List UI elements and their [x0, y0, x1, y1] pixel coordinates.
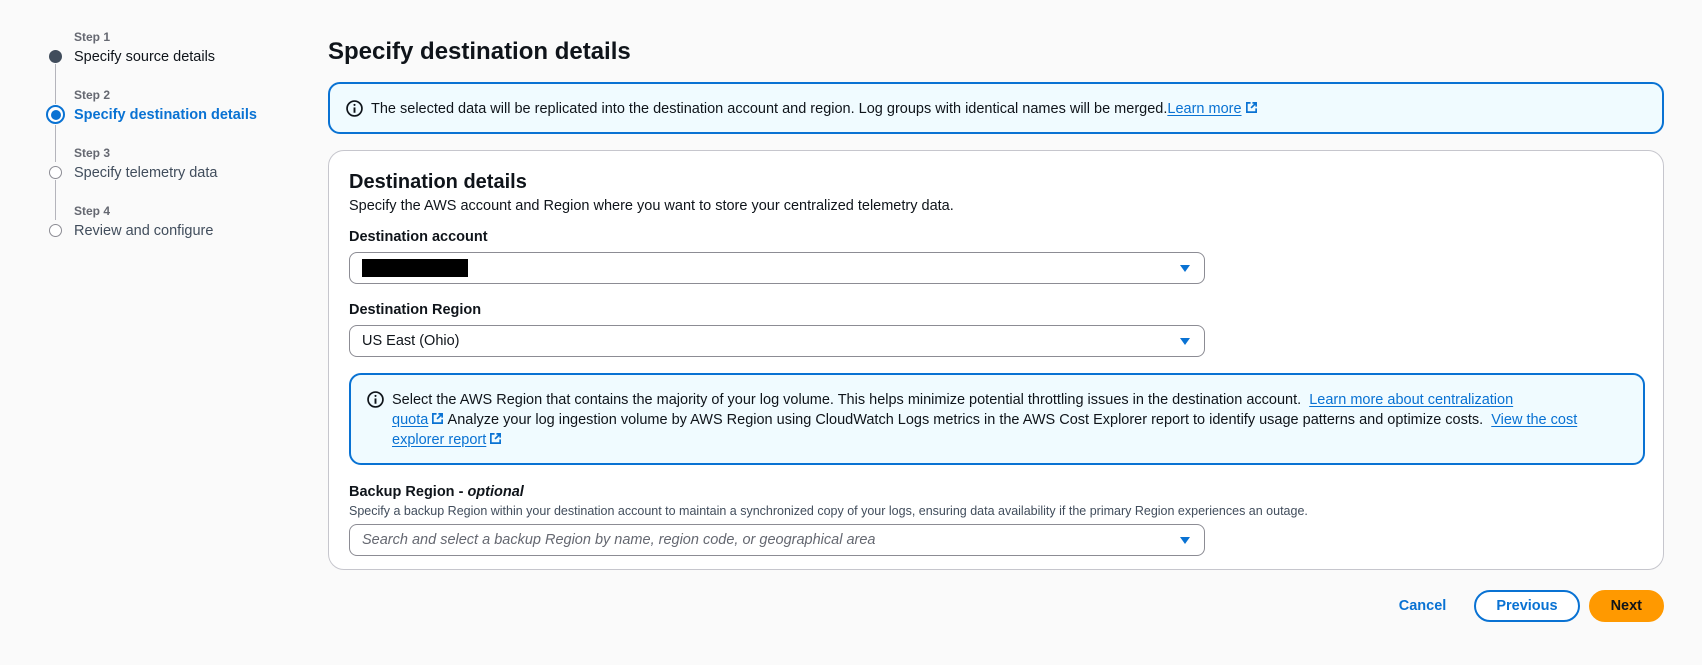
wizard-stepper: Step 1 Specify source details Step 2 Spe… — [44, 28, 304, 260]
step-current-dot-icon — [46, 105, 65, 124]
destination-region-select[interactable]: US East (Ohio) — [349, 325, 1205, 357]
backup-region-field: Backup Region - optional Specify a backu… — [349, 482, 1643, 556]
section-title: Destination details — [349, 171, 527, 193]
step-number: Step 2 — [74, 88, 111, 102]
step-completed-dot-icon — [49, 50, 62, 63]
field-description: Specify a backup Region within your dest… — [349, 504, 1308, 518]
learn-more-link[interactable]: Learn more — [1167, 101, 1257, 117]
step-number: Step 4 — [74, 204, 111, 218]
external-link-icon — [490, 433, 502, 444]
field-label: Destination account — [349, 229, 488, 245]
destination-details-container: Destination details Specify the AWS acco… — [328, 150, 1664, 570]
page-title: Specify destination details — [328, 38, 631, 65]
info-icon — [367, 391, 384, 408]
alert-message: Select the AWS Region that contains the … — [392, 390, 1577, 450]
alert-text: The selected data will be replicated int… — [371, 101, 1168, 117]
backup-region-select[interactable]: Search and select a backup Region by nam… — [349, 524, 1205, 556]
wizard-actions: Cancel Previous Next — [1379, 590, 1664, 622]
caret-down-icon — [1180, 338, 1190, 345]
region-info-alert: Select the AWS Region that contains the … — [349, 373, 1645, 465]
field-label: Backup Region - optional — [349, 484, 524, 500]
destination-account-select[interactable] — [349, 252, 1205, 284]
step-1[interactable]: Step 1 Specify source details — [44, 28, 304, 104]
alert-message: The selected data will be replicated int… — [371, 99, 1258, 119]
step-4: Step 4 Review and configure — [44, 202, 304, 260]
step-2: Step 2 Specify destination details — [44, 86, 304, 162]
step-number: Step 3 — [74, 146, 111, 160]
step-pending-dot-icon — [49, 166, 62, 179]
step-3: Step 3 Specify telemetry data — [44, 144, 304, 220]
destination-region-field: Destination Region US East (Ohio) — [349, 300, 1643, 357]
destination-account-field: Destination account — [349, 227, 1643, 284]
caret-down-icon — [1180, 265, 1190, 272]
step-label: Specify destination details — [74, 107, 257, 123]
step-label[interactable]: Specify source details — [74, 47, 304, 67]
previous-button[interactable]: Previous — [1474, 590, 1580, 622]
external-link-icon — [1245, 102, 1257, 113]
step-label: Specify telemetry data — [74, 165, 218, 181]
alert-text: Analyze your log ingestion volume by AWS… — [447, 412, 1484, 428]
field-label: Destination Region — [349, 302, 482, 318]
info-icon — [346, 100, 363, 117]
select-placeholder: Search and select a backup Region by nam… — [362, 532, 876, 548]
step-number: Step 1 — [74, 30, 111, 44]
section-description: Specify the AWS account and Region where… — [349, 198, 954, 214]
external-link-icon — [432, 413, 444, 424]
step-label: Review and configure — [74, 223, 214, 239]
alert-text: Select the AWS Region that contains the … — [392, 392, 1302, 408]
cancel-button[interactable]: Cancel — [1379, 590, 1467, 622]
selected-region: US East (Ohio) — [362, 333, 460, 349]
next-button[interactable]: Next — [1588, 590, 1664, 622]
main-content: Specify destination details The selected… — [328, 36, 1664, 570]
caret-down-icon — [1180, 537, 1190, 544]
redacted-account-id — [362, 259, 468, 277]
optional-marker: optional — [467, 484, 524, 500]
replication-info-alert: The selected data will be replicated int… — [328, 82, 1664, 134]
step-pending-dot-icon — [49, 224, 62, 237]
